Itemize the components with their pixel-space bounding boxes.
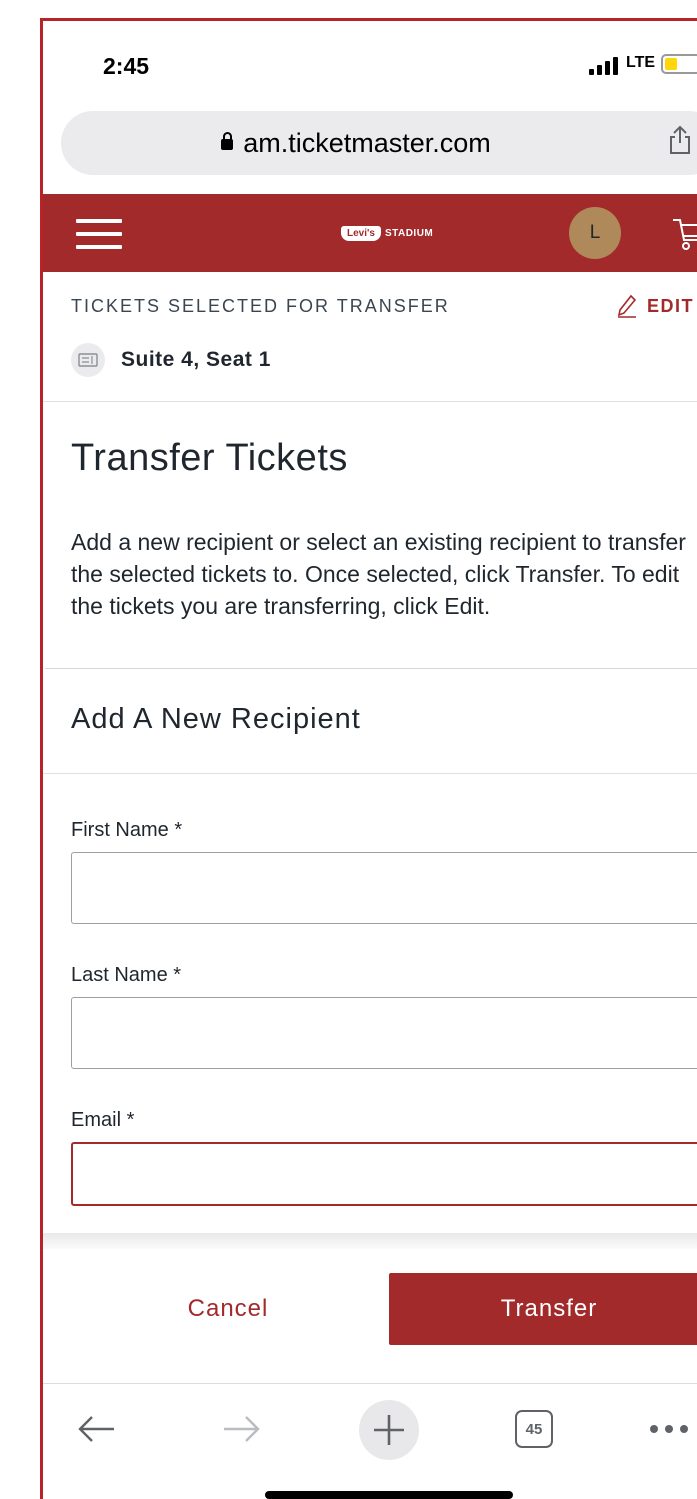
email-field[interactable] [71,1142,697,1206]
transfer-button[interactable]: Transfer [389,1273,697,1345]
last-name-field[interactable] [71,997,697,1069]
first-name-field[interactable] [71,852,697,924]
home-indicator [265,1491,513,1499]
divider [43,401,697,402]
first-name-label: First Name * [71,819,183,841]
ticket-icon [71,343,105,377]
selected-tickets-label: TICKETS SELECTED FOR TRANSFER [71,296,450,316]
phone-screen: 2:45 LTE am.ticketmaster.com Levi's STAD… [43,21,697,1499]
arrow-left-icon [78,1416,114,1442]
url-text: am.ticketmaster.com [243,128,491,158]
battery-icon [661,54,697,74]
footer-shadow [43,1233,697,1249]
share-icon[interactable] [669,125,691,155]
email-label: Email * [71,1109,135,1131]
stadium-logo[interactable]: Levi's STADIUM [341,224,433,242]
browser-toolbar: 45 [43,1383,697,1499]
forward-button[interactable] [219,1406,265,1452]
transfer-description: Add a new recipient or select an existin… [71,529,686,619]
edit-button[interactable]: EDIT [617,294,694,318]
back-button[interactable] [73,1406,119,1452]
logo-suffix: STADIUM [384,227,434,239]
cart-icon[interactable] [671,216,697,252]
signal-icon [589,57,618,75]
page-title: Transfer Tickets [71,437,348,479]
network-type: LTE [626,54,656,71]
app-header: Levi's STADIUM L [43,194,697,272]
edit-label: EDIT [647,295,695,316]
tabs-button[interactable]: 45 [511,1406,557,1452]
lock-icon [221,132,234,150]
last-name-label: Last Name * [71,964,182,986]
divider [43,773,697,774]
menu-icon[interactable] [76,219,122,249]
avatar[interactable]: L [569,207,621,259]
url-text-wrapper: am.ticketmaster.com [61,128,651,159]
cancel-button[interactable]: Cancel [93,1273,363,1345]
plus-icon [374,1415,404,1445]
status-bar: 2:45 LTE [43,21,697,105]
add-recipient-title: Add A New Recipient [71,703,361,735]
pencil-icon [617,294,637,318]
tab-count: 45 [515,1410,553,1448]
more-menu-icon[interactable] [639,1406,697,1452]
selected-ticket-item: Suite 4, Seat 1 [71,343,271,377]
seat-label: Suite 4, Seat 1 [121,348,271,371]
address-bar[interactable]: am.ticketmaster.com [61,111,697,175]
status-time: 2:45 [103,53,150,79]
new-tab-button[interactable] [359,1400,419,1460]
arrow-right-icon [224,1416,260,1442]
logo-brand: Levi's [341,225,381,241]
